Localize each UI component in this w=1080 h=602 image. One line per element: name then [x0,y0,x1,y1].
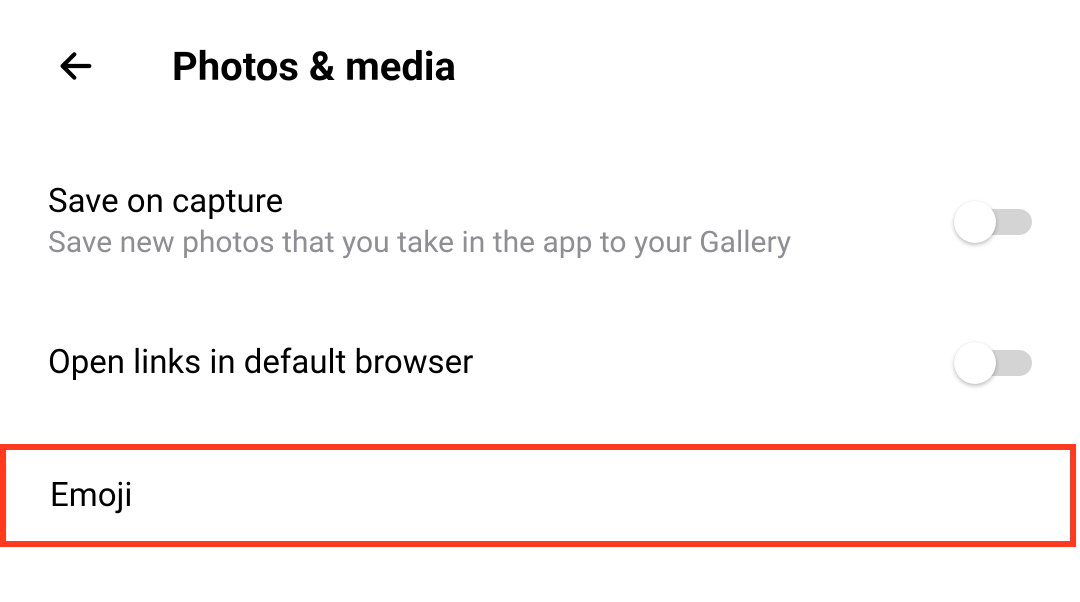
setting-title: Emoji [50,476,1022,515]
setting-subtitle: Save new photos that you take in the app… [48,225,954,260]
toggle-save-on-capture[interactable] [954,201,1032,241]
settings-list: Save on capture Save new photos that you… [0,112,1080,547]
setting-emoji[interactable]: Emoji [0,444,1076,547]
back-button[interactable] [50,40,102,92]
back-arrow-icon [56,46,96,86]
toggle-open-links[interactable] [954,342,1032,382]
setting-text: Open links in default browser [48,343,954,382]
toggle-thumb [954,342,996,384]
toggle-thumb [954,201,996,243]
setting-title: Save on capture [48,182,954,221]
setting-text: Save on capture Save new photos that you… [48,182,954,260]
setting-open-links[interactable]: Open links in default browser [0,322,1080,402]
setting-text: Emoji [50,476,1022,515]
page-title: Photos & media [172,43,456,90]
setting-save-on-capture[interactable]: Save on capture Save new photos that you… [0,162,1080,280]
setting-title: Open links in default browser [48,343,954,382]
header: Photos & media [0,0,1080,112]
